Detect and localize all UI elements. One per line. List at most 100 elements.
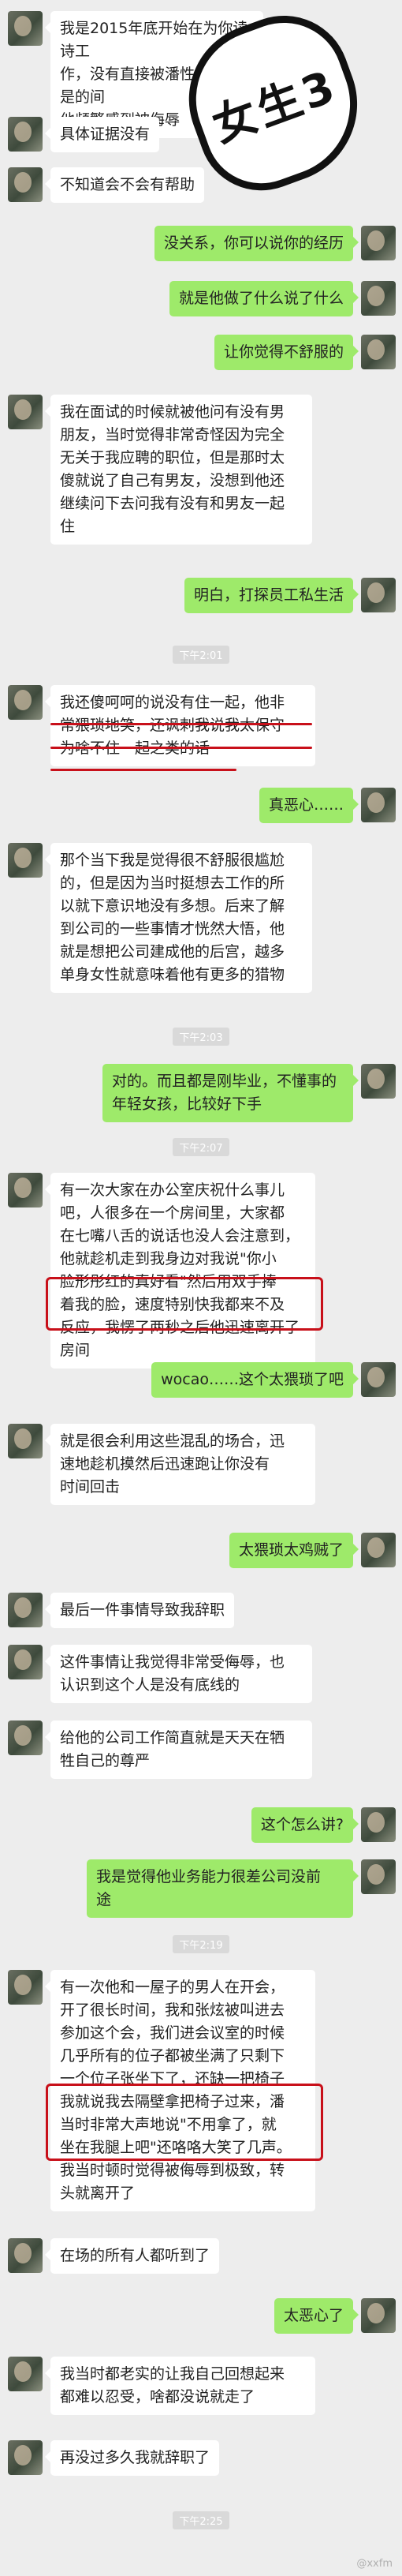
message-bubble-outgoing[interactable]: 太猥琐太鸡贼了: [229, 1533, 359, 1568]
message-line: 给他的公司工作简直就是天天在牺: [60, 1729, 285, 1747]
message-bubble-outgoing[interactable]: 太恶心了: [274, 2298, 359, 2334]
message-line: 再没过多久我就辞职了: [60, 2449, 210, 2466]
message-line: 参加这个会，我们进会议室的时候: [60, 2024, 285, 2042]
message-bubble-incoming[interactable]: 就是很会利用这些混乱的场合，迅 速地趁机摸然后迅速跑让你没有 时间回击: [45, 1424, 315, 1505]
message-line: 让你觉得不舒服的: [223, 343, 344, 361]
message-row: 再没过多久我就辞职了: [0, 2440, 402, 2477]
contact-avatar[interactable]: [8, 117, 43, 152]
message-line: 具体证据没有: [60, 125, 151, 143]
contact-avatar[interactable]: [8, 843, 43, 878]
contact-avatar[interactable]: [8, 2238, 43, 2273]
message-row: 就是他做了什么说了什么: [0, 281, 402, 317]
message-line: 牲自己的尊严: [60, 1752, 151, 1769]
message-line: 最后一件事情导致我辞职: [60, 1601, 225, 1619]
message-bubble-outgoing[interactable]: 没关系，你可以说你的经历: [154, 226, 359, 261]
user-avatar[interactable]: [361, 1533, 396, 1567]
message-row: 太恶心了: [0, 2298, 402, 2334]
message-line: 真恶心……: [268, 796, 344, 814]
user-avatar[interactable]: [361, 2298, 396, 2333]
message-line: 不知道会不会有帮助: [60, 176, 195, 193]
message-line: 无关于我应聘的职位，但是那时太: [60, 449, 285, 466]
contact-avatar[interactable]: [8, 685, 43, 720]
message-line: 以就下意识地没有多想。后来了解: [60, 897, 285, 915]
chat-transcript: 我是2015年底开始在为你读诗工 作，没有直接被潘性侵，但是的间 他频繁感到被侮…: [0, 0, 402, 2576]
message-line: 太恶心了: [283, 2307, 344, 2324]
contact-avatar[interactable]: [8, 1424, 43, 1458]
contact-avatar[interactable]: [8, 2440, 43, 2475]
message-bubble-outgoing[interactable]: 就是他做了什么说了什么: [169, 281, 359, 316]
message-line: wocao……这个太猥琐了吧: [161, 1371, 344, 1388]
message-line: 我当时顿时觉得被侮辱到极致，转: [60, 2162, 285, 2179]
contact-avatar[interactable]: [8, 395, 43, 429]
user-avatar[interactable]: [361, 1807, 396, 1842]
message-bubble-incoming[interactable]: 给他的公司工作简直就是天天在牺 牲自己的尊严: [45, 1720, 312, 1779]
message-line: 他就趁机走到我身边对我说"你小: [60, 1250, 277, 1267]
message-line: 开了很长时间，我和张炫被叫进去: [60, 2001, 285, 2019]
contact-avatar[interactable]: [8, 1173, 43, 1208]
user-avatar[interactable]: [361, 1859, 396, 1894]
message-bubble-outgoing[interactable]: 明白，打探员工私生活: [184, 578, 359, 613]
highlight-box: [46, 2084, 323, 2161]
message-bubble-outgoing[interactable]: 对的。而且都是刚毕业，不懂事的 年轻女孩，比较好下手: [102, 1064, 359, 1122]
message-bubble-outgoing[interactable]: wocao……这个太猥琐了吧: [151, 1362, 359, 1398]
message-bubble-incoming[interactable]: 不知道会不会有帮助: [44, 167, 205, 203]
message-line: 我是觉得他业务能力很差公司没前: [96, 1868, 322, 1885]
highlight-underline: [50, 769, 236, 771]
title-sticker-frame: 女生3: [167, 0, 380, 208]
message-bubble-outgoing[interactable]: 真恶心……: [259, 788, 359, 823]
message-bubble-incoming[interactable]: 在场的所有人都听到了: [44, 2238, 220, 2274]
message-bubble-incoming[interactable]: 我还傻呵呵的说没有住一起，他非 常猥琐地笑，还讽刺我说我太保守 为啥不住一起之类…: [45, 685, 315, 766]
message-line: 就是很会利用这些混乱的场合，迅: [60, 1432, 285, 1450]
title-sticker-text: 女生3: [206, 60, 344, 153]
message-row: 就是很会利用这些混乱的场合，迅 速地趁机摸然后迅速跑让你没有 时间回击: [0, 1424, 402, 1511]
message-line: 途: [96, 1891, 112, 1908]
message-bubble-incoming[interactable]: 这件事情让我觉得非常受侮辱，也 认识到这个人是没有底线的: [45, 1645, 312, 1703]
timestamp: 下午2:25: [0, 2511, 402, 2529]
message-line: 住: [60, 518, 76, 535]
message-bubble-outgoing[interactable]: 我是觉得他业务能力很差公司没前 途: [87, 1859, 359, 1918]
user-avatar[interactable]: [361, 335, 396, 369]
contact-avatar[interactable]: [8, 1970, 43, 2005]
message-line: 傻就说了自己有男友，没想到他还: [60, 472, 285, 489]
message-bubble-incoming[interactable]: 具体证据没有: [44, 117, 160, 152]
message-line: 这件事情让我觉得非常受侮辱，也: [60, 1653, 285, 1671]
message-line: 在场的所有人都听到了: [60, 2247, 210, 2264]
timestamp-label: 下午2:03: [173, 1028, 229, 1046]
message-row: 这件事情让我觉得非常受侮辱，也 认识到这个人是没有底线的: [0, 1645, 402, 1705]
message-bubble-incoming[interactable]: 那个当下我是觉得很不舒服很尴尬 的，但是因为当时挺想去工作的所 以就下意识地没有…: [45, 843, 312, 993]
contact-avatar[interactable]: [8, 1645, 43, 1679]
message-row: wocao……这个太猥琐了吧: [0, 1362, 402, 1398]
contact-avatar[interactable]: [8, 11, 43, 46]
user-avatar[interactable]: [361, 226, 396, 260]
contact-avatar[interactable]: [8, 1720, 43, 1755]
message-bubble-incoming[interactable]: 最后一件事情导致我辞职: [44, 1593, 235, 1628]
timestamp-label: 下午2:19: [173, 1935, 229, 1953]
message-bubble-incoming[interactable]: 我当时都老实的让我自己回想起来 都难以忍受，啥都没说就走了: [45, 2357, 315, 2415]
message-bubble-outgoing[interactable]: 让你觉得不舒服的: [214, 335, 359, 370]
message-line: 有一次大家在办公室庆祝什么事儿: [60, 1181, 285, 1199]
message-row: 明白，打探员工私生活: [0, 578, 402, 614]
user-avatar[interactable]: [361, 1064, 396, 1099]
message-line: 时间回击: [60, 1478, 121, 1496]
watermark: @xxfm: [356, 2558, 393, 2570]
message-row: 给他的公司工作简直就是天天在牺 牲自己的尊严: [0, 1720, 402, 1780]
message-bubble-incoming[interactable]: 我在面试的时候就被他问有没有男 朋友，当时觉得非常奇怪因为完全 无关于我应聘的职…: [45, 395, 312, 545]
message-line: 对的。而且都是刚毕业，不懂事的: [112, 1073, 337, 1090]
message-line: 就是想把公司建成他的后宫，越多: [60, 943, 285, 960]
contact-avatar[interactable]: [8, 167, 43, 202]
contact-avatar[interactable]: [8, 1593, 43, 1627]
user-avatar[interactable]: [361, 281, 396, 316]
timestamp-label: 下午2:25: [173, 2511, 229, 2529]
user-avatar[interactable]: [361, 578, 396, 612]
contact-avatar[interactable]: [8, 2357, 43, 2391]
message-line: 常猥琐地笑，还讽刺我说我太保守: [60, 717, 285, 734]
message-bubble-outgoing[interactable]: 这个怎么讲?: [251, 1807, 359, 1843]
message-bubble-incoming[interactable]: 再没过多久我就辞职了: [44, 2440, 220, 2476]
message-line: 我在面试的时候就被他问有没有男: [60, 403, 285, 421]
message-line: 继续问下去问我有没有和男友一起: [60, 495, 285, 512]
user-avatar[interactable]: [361, 1362, 396, 1397]
user-avatar[interactable]: [361, 788, 396, 822]
message-row: 对的。而且都是刚毕业，不懂事的 年轻女孩，比较好下手: [0, 1064, 402, 1124]
message-line: 明白，打探员工私生活: [193, 586, 344, 604]
message-bubble-incoming[interactable]: 有一次大家在办公室庆祝什么事儿 吧，人很多在一个房间里，大家都 在七嘴八舌的说话…: [45, 1173, 315, 1368]
